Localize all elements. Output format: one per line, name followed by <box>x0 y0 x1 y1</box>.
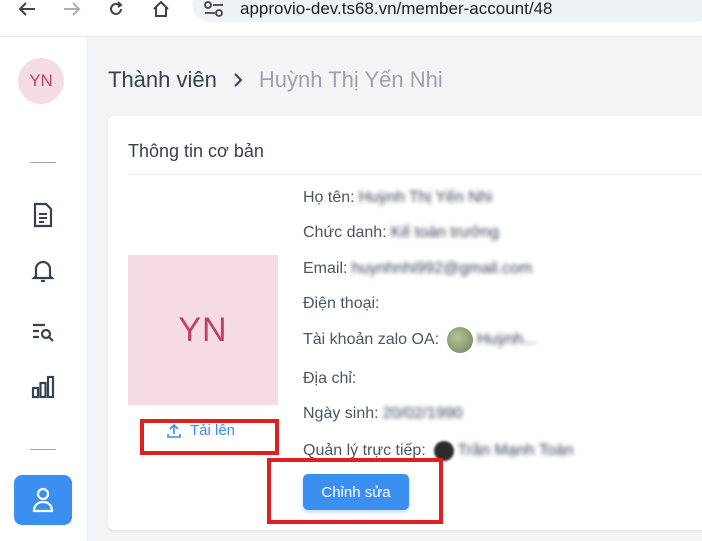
back-arrow-icon[interactable] <box>15 0 39 18</box>
field-manager-value: Trần Mạnh Toàn <box>457 442 574 459</box>
field-title-label: Chức danh: <box>303 224 387 241</box>
field-email-value: huynhnhi992@gmail.com <box>351 260 533 277</box>
card-divider <box>128 174 702 175</box>
sidebar-divider <box>30 162 56 163</box>
chart-icon[interactable] <box>28 372 58 402</box>
field-name: Họ tên: Huỳnh Thị Yến Nhi <box>303 189 492 207</box>
field-zalo-label: Tài khoản zalo OA: <box>303 331 440 348</box>
site-settings-icon[interactable] <box>202 0 226 18</box>
zalo-avatar <box>447 327 474 353</box>
field-name-value: Huỳnh Thị Yến Nhi <box>358 189 493 206</box>
card-title: Thông tin cơ bản <box>128 141 264 161</box>
field-birthdate-value: 20/02/1990 <box>382 405 463 422</box>
user-icon <box>32 487 54 513</box>
home-icon[interactable] <box>149 0 173 18</box>
sidebar-avatar[interactable]: YN <box>18 58 64 104</box>
highlight-edit <box>267 458 443 524</box>
sidebar-divider <box>30 449 56 450</box>
field-zalo: Tài khoản zalo OA: Huỳnh... <box>303 327 537 353</box>
field-phone-label: Điện thoại: <box>303 295 380 312</box>
sidebar: YN <box>0 37 88 541</box>
breadcrumb: Thành viên Huỳnh Thị Yến Nhi <box>108 67 443 93</box>
search-list-icon[interactable] <box>28 317 58 347</box>
url-text: approvio-dev.ts68.vn/member-account/48 <box>240 0 553 18</box>
breadcrumb-current: Huỳnh Thị Yến Nhi <box>258 67 443 92</box>
forward-arrow-icon[interactable] <box>60 0 84 18</box>
field-address: Địa chỉ: <box>303 370 356 388</box>
breadcrumb-root[interactable]: Thành viên <box>108 67 217 93</box>
field-title: Chức danh: Kế toán trưởng <box>303 224 499 242</box>
field-zalo-value: Huỳnh... <box>477 331 537 348</box>
field-birthdate-label: Ngày sinh: <box>303 405 379 422</box>
field-email: Email: huynhnhi992@gmail.com <box>303 260 532 278</box>
sidebar-item-account[interactable] <box>14 475 72 525</box>
browser-toolbar: approvio-dev.ts68.vn/member-account/48 <box>0 0 702 37</box>
field-address-label: Địa chỉ: <box>303 370 357 387</box>
chevron-right-icon <box>233 72 243 88</box>
document-icon[interactable] <box>28 200 58 230</box>
field-email-label: Email: <box>303 260 348 277</box>
highlight-upload <box>140 419 279 455</box>
bell-icon[interactable] <box>28 256 58 286</box>
profile-avatar: YN <box>128 255 278 405</box>
field-birthdate: Ngày sinh: 20/02/1990 <box>303 405 463 423</box>
field-name-label: Họ tên: <box>303 189 355 206</box>
field-phone: Điện thoại: <box>303 295 380 313</box>
reload-icon[interactable] <box>104 0 128 18</box>
field-title-value: Kế toán trưởng <box>390 224 500 241</box>
